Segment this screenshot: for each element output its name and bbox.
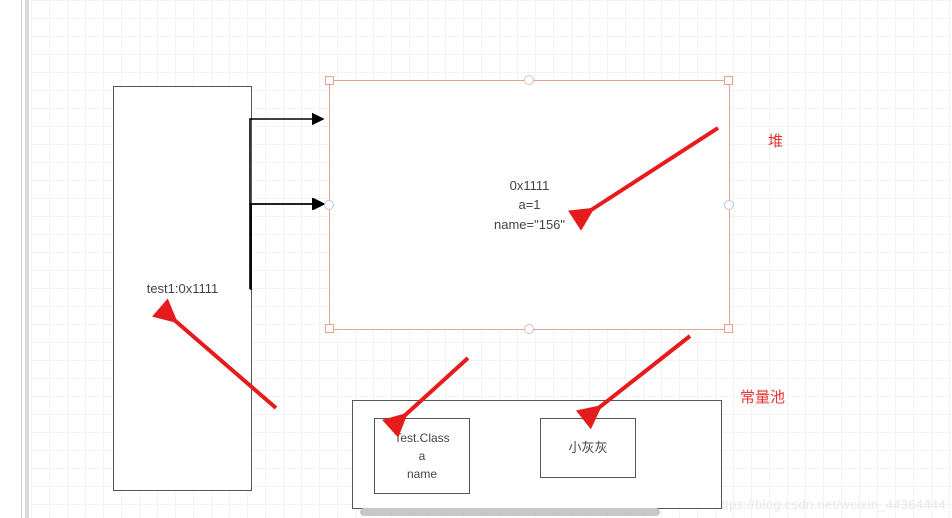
red-arrow-stack [158,300,288,420]
red-arrow-poolA [390,352,480,427]
resize-handle-se[interactable] [724,324,733,333]
port-w[interactable] [324,200,334,210]
pool-class-text: Test.Class a name [394,429,449,483]
stack-box-text: test1:0x1111 [147,279,219,299]
red-arrow-heap [570,120,730,230]
vertical-scrollbar[interactable] [25,0,29,518]
resize-handle-ne[interactable] [724,76,733,85]
pool-class-box[interactable]: Test.Class a name [374,418,470,494]
heap-label: 堆 [768,130,783,151]
heap-box-text: 0x1111 a=1 name="156" [494,176,565,235]
stack-box[interactable]: test1:0x1111 [113,86,252,491]
port-n[interactable] [524,75,534,85]
port-e[interactable] [724,200,734,210]
red-arrow-poolB [582,330,702,420]
port-s[interactable] [524,324,534,334]
pool-string-box[interactable]: 小灰灰 [540,418,636,478]
pool-label: 常量池 [740,386,785,407]
horizontal-scrollbar[interactable] [360,508,660,516]
vertical-ruler [0,0,22,518]
watermark: https://blog.csdn.net/weixin_44364444 [714,497,946,512]
diagram-canvas[interactable]: test1:0x1111 0x1111 a=1 name="156" Test.… [0,0,952,518]
resize-handle-nw[interactable] [325,76,334,85]
resize-handle-sw[interactable] [325,324,334,333]
connector-arrow-full [250,194,335,294]
pool-string-text: 小灰灰 [568,438,607,458]
